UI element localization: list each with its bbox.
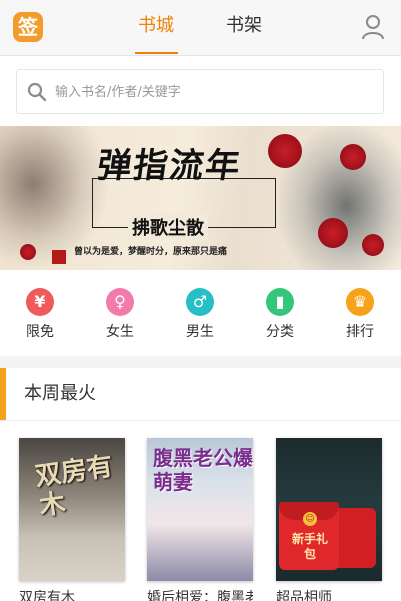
flower-decoration	[362, 234, 384, 256]
book-cover[interactable]: 双房有木	[19, 438, 125, 581]
tab-bookshelf[interactable]: 书架	[226, 14, 262, 38]
search-icon	[27, 82, 47, 102]
search-bar-section	[0, 56, 401, 126]
flower-decoration	[318, 218, 348, 248]
search-box[interactable]	[16, 69, 384, 114]
flower-decoration	[20, 244, 36, 260]
section-accent-bar	[0, 368, 6, 420]
yen-icon: ¥	[26, 288, 54, 316]
book-cover[interactable]: 腹黑老公爆萌妻	[147, 438, 253, 581]
section-divider	[0, 420, 401, 421]
category-label: 限免	[26, 324, 54, 340]
category-nav: ¥ 限免 ♀ 女生 ♂ 男生 ▮ 分类 ♛ 排行	[0, 270, 401, 356]
banner-subtitle: 拂歌尘散	[128, 214, 208, 240]
seal-stamp	[52, 250, 66, 264]
cover-title: 双房有木	[33, 451, 115, 522]
book-title[interactable]: 超品相师	[276, 589, 382, 601]
cover-title: 腹黑老公爆萌妻	[153, 446, 253, 494]
banner-title: 弹指流年	[94, 146, 245, 186]
book-card[interactable]: 双房有木 双房有木	[19, 438, 125, 601]
female-icon: ♀	[106, 288, 134, 316]
category-label: 排行	[346, 324, 374, 340]
category-female[interactable]: ♀ 女生	[90, 288, 150, 341]
category-free[interactable]: ¥ 限免	[10, 288, 70, 341]
category-male[interactable]: ♂ 男生	[170, 288, 230, 341]
trophy-icon: ♛	[346, 288, 374, 316]
promo-text: 新手礼包	[291, 532, 328, 561]
user-icon[interactable]	[361, 14, 385, 40]
search-input[interactable]	[55, 80, 375, 104]
category-label: 分类	[266, 324, 294, 340]
red-envelope-icon: ☺ 新手礼包	[279, 502, 339, 570]
coin-icon: ☺	[303, 512, 317, 526]
category-label: 男生	[186, 324, 214, 340]
tab-bookstore[interactable]: 书城	[138, 14, 174, 38]
category-label: 女生	[106, 324, 134, 340]
book-title[interactable]: 双房有木	[19, 589, 125, 601]
banner-tagline: 曾以为是爱，梦醒时分，原来那只是痛	[74, 247, 228, 257]
male-icon: ♂	[186, 288, 214, 316]
section-title: 本周最火	[24, 383, 96, 404]
promo-banner[interactable]: 弹指流年 拂歌尘散 曾以为是爱，梦醒时分，原来那只是痛	[0, 126, 401, 270]
book-card[interactable]: 腹黑老公爆萌妻 婚后相爱：腹黑老公爆萌妻	[147, 438, 253, 601]
top-nav-bar: 签 书城 书架	[0, 0, 401, 56]
flower-decoration	[340, 144, 366, 170]
flower-decoration	[268, 134, 302, 168]
active-tab-indicator	[135, 52, 178, 54]
book-title[interactable]: 婚后相爱：腹黑老公爆萌妻	[147, 589, 253, 601]
category-ranking[interactable]: ♛ 排行	[330, 288, 390, 341]
book-cover[interactable]: ☺ 新手礼包	[276, 438, 382, 581]
category-classify[interactable]: ▮ 分类	[250, 288, 310, 341]
book-card[interactable]: ☺ 新手礼包 超品相师	[276, 438, 382, 601]
app-logo[interactable]: 签	[13, 12, 43, 42]
weekly-hot-section: 本周最火 双房有木 双房有木 腹黑老公爆萌妻 婚后相爱：腹黑老公爆萌妻 ☺ 新手…	[0, 368, 401, 601]
book-icon: ▮	[266, 288, 294, 316]
